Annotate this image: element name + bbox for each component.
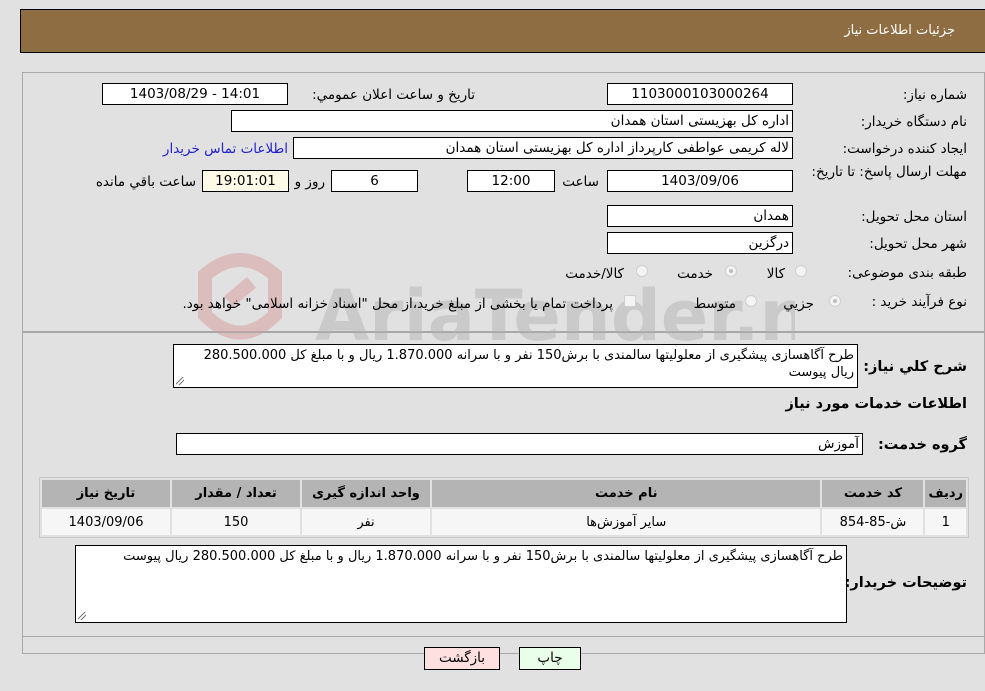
description-label: شرح كلي نياز:	[863, 359, 967, 375]
page-title: جزئيات اطلاعات نياز	[844, 23, 955, 38]
service-group-label: گروه خدمت:	[877, 437, 967, 453]
province-field: همدان	[607, 205, 793, 227]
category-option-goods: کالا	[766, 266, 785, 282]
table-row: 1 ش-85-854 ساير آموزش‌ها نفر 150 1403/09…	[42, 509, 966, 535]
treasury-note: پرداخت تمام يا بخشی از مبلغ خريد،از محل …	[182, 296, 613, 312]
description-text: طرح آگاهسازی پيشگيری از معلوليتها سالمند…	[203, 348, 854, 380]
page-header: جزئيات اطلاعات نياز	[20, 9, 985, 53]
col-date: تاريخ نياز	[42, 480, 170, 507]
announce-datetime-field: 1403/08/29 - 14:01	[102, 83, 288, 105]
deadline-label: مهلت ارسال پاسخ: تا تاريخ:	[811, 164, 967, 180]
category-label: طبقه بندی موضوعی:	[847, 265, 967, 281]
back-button[interactable]: بازگشت	[424, 647, 500, 670]
process-radio-medium[interactable]	[745, 295, 757, 307]
resize-handle-icon[interactable]	[78, 612, 86, 620]
process-option-medium: متوسط	[693, 296, 736, 312]
service-group-field: آموزش	[176, 433, 863, 455]
treasury-checkbox[interactable]	[624, 295, 636, 307]
remaining-time-field: 19:01:01	[202, 170, 289, 192]
cell-name: ساير آموزش‌ها	[432, 509, 821, 535]
process-option-minor: جزيي	[783, 296, 814, 312]
col-unit: واحد اندازه گيری	[302, 480, 430, 507]
buyer-notes-text: طرح آگاهسازی پيشگيری از معلوليتها سالمند…	[123, 549, 843, 564]
col-qty: تعداد / مقدار	[172, 480, 300, 507]
col-name: نام خدمت	[432, 480, 821, 507]
col-code: كد خدمت	[822, 480, 924, 507]
deadline-time-label: ساعت	[562, 174, 599, 190]
category-radio-goods-service[interactable]	[636, 265, 648, 277]
city-field: درگزين	[607, 232, 793, 254]
remaining-time-label: ساعت باقي مانده	[95, 174, 196, 190]
cell-row: 1	[925, 509, 966, 535]
col-row: رديف	[925, 480, 966, 507]
process-label: نوع فرآيند خريد :	[871, 294, 967, 310]
need-number-label: شماره نياز:	[902, 87, 967, 103]
category-radio-service[interactable]	[725, 265, 737, 277]
table-header-row: رديف كد خدمت نام خدمت واحد اندازه گيری ت…	[42, 480, 966, 507]
divider	[22, 636, 985, 637]
need-number-field: 1103000103000264	[607, 83, 793, 105]
days-label: روز و	[294, 174, 325, 190]
services-table: رديف كد خدمت نام خدمت واحد اندازه گيری ت…	[39, 477, 969, 538]
buyer-contact-link[interactable]: اطلاعات تماس خريدار	[163, 141, 288, 157]
days-remaining-field: 6	[331, 170, 418, 192]
cell-qty: 150	[172, 509, 300, 535]
category-option-goods-service: کالا/خدمت	[565, 266, 624, 282]
city-label: شهر محل تحويل:	[869, 236, 967, 252]
creator-field: لاله کريمی عواطفی کارپرداز اداره کل بهزي…	[293, 137, 793, 159]
category-option-service: خدمت	[677, 266, 713, 282]
resize-handle-icon[interactable]	[176, 377, 184, 385]
cell-date: 1403/09/06	[42, 509, 170, 535]
cell-unit: نفر	[302, 509, 430, 535]
deadline-time-field: 12:00	[467, 170, 555, 192]
cell-code: ش-85-854	[822, 509, 924, 535]
print-button[interactable]: چاپ	[519, 647, 581, 670]
buyer-org-label: نام دستگاه خريدار:	[860, 114, 967, 130]
category-radio-goods[interactable]	[795, 265, 807, 277]
buyer-notes-label: توضيحات خريدار:	[844, 575, 967, 591]
province-label: استان محل تحويل:	[861, 209, 967, 225]
services-section-title: اطلاعات خدمات مورد نياز	[785, 396, 967, 412]
deadline-date-field: 1403/09/06	[607, 170, 793, 192]
buyer-org-field: اداره کل بهزيستی استان همدان	[231, 110, 793, 132]
description-textarea[interactable]: طرح آگاهسازی پيشگيری از معلوليتها سالمند…	[173, 344, 858, 388]
buyer-notes-textarea[interactable]: طرح آگاهسازی پيشگيری از معلوليتها سالمند…	[75, 545, 847, 623]
announce-datetime-value: 1403/08/29 - 14:01	[129, 86, 261, 102]
creator-label: ايجاد کننده درخواست:	[842, 141, 967, 157]
process-radio-minor[interactable]	[829, 295, 841, 307]
announce-label: تاريخ و ساعت اعلان عمومي:	[312, 87, 475, 103]
